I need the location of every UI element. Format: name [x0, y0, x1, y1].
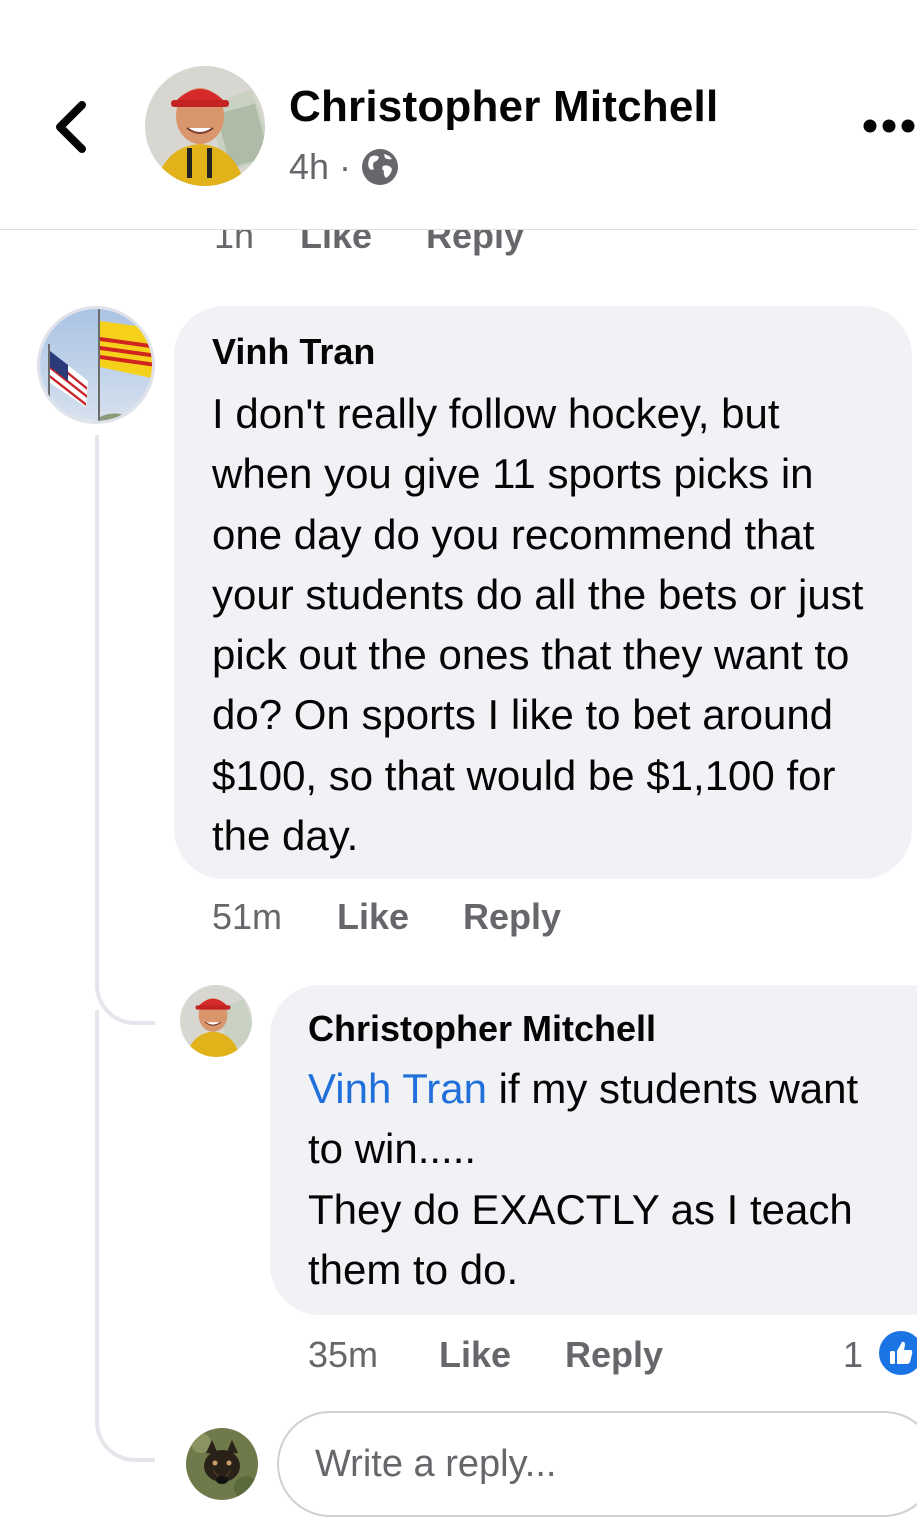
- comment-bubble: Vinh Tran I don't really follow hockey, …: [174, 306, 912, 879]
- reply-time[interactable]: 35m: [308, 1334, 378, 1376]
- chevron-left-icon: [56, 101, 86, 153]
- comment-thread-screen: Christopher Mitchell 4h · 1h Like Reply: [0, 0, 917, 1521]
- meta-separator: ·: [339, 146, 352, 187]
- comment-text: I don't really follow hockey, but when y…: [212, 390, 864, 860]
- author-name[interactable]: Christopher Mitchell: [289, 82, 718, 132]
- reply-input[interactable]: [277, 1411, 917, 1517]
- reply-button[interactable]: Reply: [565, 1334, 663, 1376]
- more-horizontal-icon: [863, 119, 915, 133]
- reply-author-avatar[interactable]: [180, 985, 252, 1057]
- reply-button[interactable]: Reply: [463, 896, 561, 938]
- reaction-count[interactable]: 1: [843, 1334, 863, 1376]
- author-avatar[interactable]: [145, 66, 265, 186]
- mention-link[interactable]: Vinh Tran: [308, 1065, 487, 1112]
- comment-author[interactable]: Vinh Tran: [212, 332, 882, 372]
- comment-actions: 51m Like Reply: [212, 896, 712, 940]
- reply-actions: 35m Like Reply: [308, 1334, 917, 1378]
- commenter-avatar[interactable]: [37, 306, 155, 424]
- like-button[interactable]: Like: [337, 896, 409, 938]
- reply-author[interactable]: Christopher Mitchell: [308, 1009, 897, 1049]
- reply-text: Vinh Tran if my students want to win....…: [308, 1059, 897, 1300]
- post-header: Christopher Mitchell 4h ·: [0, 0, 917, 230]
- like-button[interactable]: Like: [439, 1334, 511, 1376]
- back-button[interactable]: [40, 92, 100, 162]
- globe-icon: [362, 149, 399, 185]
- thread-connector: [95, 1010, 155, 1462]
- thread-connector: [95, 435, 155, 1025]
- reply-text-line2: They do EXACTLY as I teach them to do.: [308, 1185, 853, 1293]
- current-user-avatar[interactable]: [186, 1428, 258, 1500]
- comment-time[interactable]: 51m: [212, 896, 282, 938]
- more-options-button[interactable]: [862, 108, 917, 144]
- reply-bubble: Christopher Mitchell Vinh Tran if my stu…: [270, 985, 917, 1315]
- post-meta: 4h ·: [289, 146, 399, 188]
- post-time[interactable]: 4h: [289, 146, 329, 188]
